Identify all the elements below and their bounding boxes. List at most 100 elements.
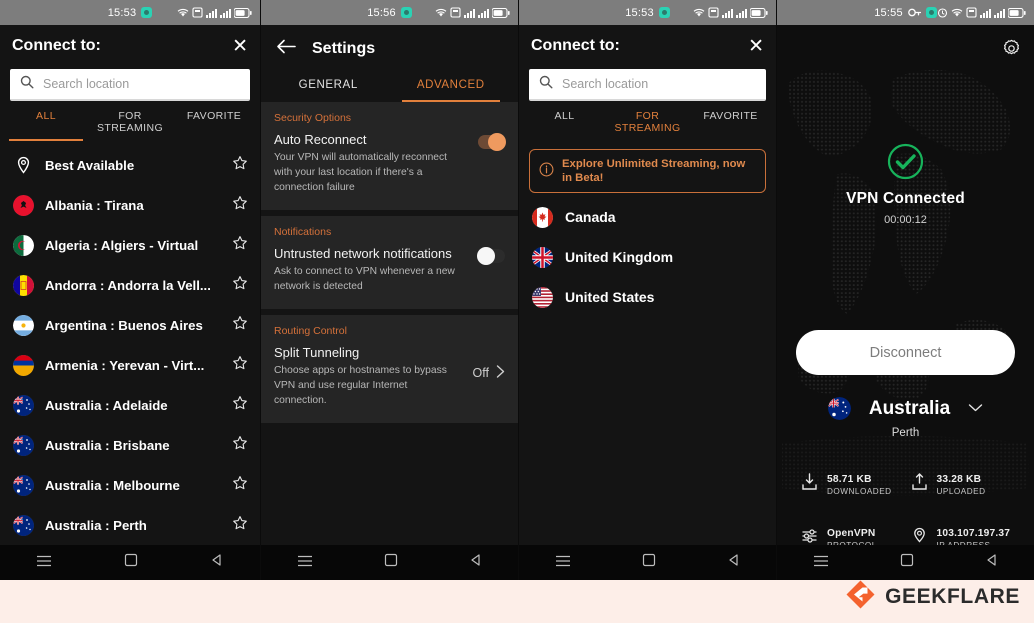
tab-advanced[interactable]: ADVANCED bbox=[390, 73, 513, 102]
list-item[interactable]: Australia : Perth bbox=[0, 505, 260, 545]
favorite-star-icon[interactable] bbox=[232, 355, 248, 376]
stat-label: DOWNLOADED bbox=[827, 486, 892, 496]
stat-text: 33.28 KB UPLOADED bbox=[937, 474, 986, 496]
search-input[interactable] bbox=[562, 77, 756, 91]
list-item[interactable]: Canada bbox=[519, 197, 776, 237]
flag-andorra bbox=[13, 274, 34, 296]
favorite-star-icon[interactable] bbox=[232, 235, 248, 256]
list-item-label: Albania : Tirana bbox=[45, 197, 144, 213]
favorite-star-icon[interactable] bbox=[232, 195, 248, 216]
tab-general-label: GENERAL bbox=[298, 79, 358, 91]
close-icon[interactable]: ✕ bbox=[232, 37, 248, 56]
connection-status: VPN Connected 00:00:12 bbox=[777, 143, 1034, 226]
gear-icon[interactable] bbox=[1002, 39, 1021, 63]
home-square-icon[interactable] bbox=[642, 553, 656, 572]
list-item-label: Australia : Melbourne bbox=[45, 477, 180, 493]
home-square-icon[interactable] bbox=[384, 553, 398, 572]
stat-value: 58.71 KB bbox=[827, 473, 872, 485]
tab-favorite[interactable]: FAVORITE bbox=[689, 110, 772, 141]
android-nav-bar bbox=[261, 545, 518, 580]
list-item-label: United Kingdom bbox=[565, 249, 674, 266]
favorite-star-icon[interactable] bbox=[232, 395, 248, 416]
list-item[interactable]: Best Available bbox=[0, 145, 260, 185]
server-country-row[interactable]: Australia bbox=[777, 397, 1034, 420]
favorite-star-icon[interactable] bbox=[232, 515, 248, 536]
list-item[interactable]: Australia : Brisbane bbox=[0, 425, 260, 465]
home-square-icon[interactable] bbox=[124, 553, 138, 572]
home-square-icon[interactable] bbox=[900, 553, 914, 572]
tab-favorite[interactable]: FAVORITE bbox=[172, 110, 256, 141]
setting-text: Split Tunneling Choose apps or hostnames… bbox=[274, 345, 463, 409]
battery-icon bbox=[234, 7, 252, 18]
settings-header: Settings bbox=[261, 25, 518, 73]
status-bar-time: 15:55 bbox=[874, 6, 903, 19]
list-item[interactable]: Algeria : Algiers - Virtual bbox=[0, 225, 260, 265]
setting-split-tunneling[interactable]: Split Tunneling Choose apps or hostnames… bbox=[274, 345, 505, 409]
disconnect-button-label: Disconnect bbox=[869, 344, 942, 361]
section-notifications: Notifications Untrusted network notifica… bbox=[261, 216, 518, 310]
vpn-app-icon bbox=[141, 7, 153, 18]
search-bar[interactable] bbox=[529, 69, 766, 101]
list-item-label: Australia : Brisbane bbox=[45, 437, 170, 453]
connection-stats: 58.71 KB DOWNLOADED 33.28 KB UPLOADED Op… bbox=[801, 473, 1020, 550]
auto-reconnect-toggle[interactable] bbox=[478, 133, 506, 151]
connected-body: VPN Connected 00:00:12 Disconnect Austra… bbox=[777, 25, 1034, 580]
streaming-beta-banner[interactable]: Explore Unlimited Streaming, now in Beta… bbox=[529, 149, 766, 194]
search-input[interactable] bbox=[43, 77, 240, 91]
flag-australia bbox=[13, 434, 34, 456]
menu-icon[interactable] bbox=[555, 554, 571, 572]
list-item[interactable]: Australia : Adelaide bbox=[0, 385, 260, 425]
list-item[interactable]: United Kingdom bbox=[519, 237, 776, 277]
chevron-down-icon[interactable] bbox=[968, 400, 983, 418]
favorite-star-icon[interactable] bbox=[232, 475, 248, 496]
tab-for-streaming[interactable]: FOR STREAMING bbox=[606, 110, 689, 141]
battery-icon bbox=[750, 7, 768, 18]
favorite-star-icon[interactable] bbox=[232, 315, 248, 336]
wifi-icon bbox=[693, 8, 705, 17]
menu-icon[interactable] bbox=[297, 554, 313, 572]
favorite-star-icon[interactable] bbox=[232, 435, 248, 456]
stat-text: 58.71 KB DOWNLOADED bbox=[827, 474, 892, 496]
tab-all[interactable]: ALL bbox=[523, 110, 606, 141]
tab-all[interactable]: ALL bbox=[4, 110, 88, 142]
phone-panels: 15:53 Connect to: ✕ Search location ALL … bbox=[0, 0, 1034, 580]
list-item[interactable]: Armenia : Yerevan - Virt... bbox=[0, 345, 260, 385]
list-item[interactable]: United States bbox=[519, 277, 776, 317]
status-bar-center: 15:56 bbox=[367, 7, 412, 19]
status-bar-icons bbox=[435, 0, 510, 25]
favorite-star-icon[interactable] bbox=[232, 155, 248, 176]
geekflare-logo-icon bbox=[845, 579, 876, 615]
download-icon bbox=[801, 473, 818, 496]
search-icon bbox=[20, 75, 34, 94]
search-bar[interactable] bbox=[10, 69, 250, 101]
back-triangle-icon[interactable] bbox=[210, 553, 224, 572]
split-tunneling-value-group[interactable]: Off bbox=[473, 365, 505, 381]
list-item-label: Algeria : Algiers - Virtual bbox=[45, 237, 199, 253]
menu-icon[interactable] bbox=[36, 554, 52, 572]
list-item-label: Best Available bbox=[45, 157, 135, 173]
list-item[interactable]: Andorra : Andorra la Vell... bbox=[0, 265, 260, 305]
disconnect-button[interactable]: Disconnect bbox=[796, 330, 1015, 375]
list-item[interactable]: Argentina : Buenos Aires bbox=[0, 305, 260, 345]
tab-all-label: ALL bbox=[554, 110, 575, 122]
menu-icon[interactable] bbox=[813, 554, 829, 572]
back-arrow-icon[interactable] bbox=[276, 39, 296, 59]
tab-for-streaming-label: FOR bbox=[118, 110, 142, 122]
tab-for-streaming[interactable]: FOR STREAMING bbox=[88, 110, 172, 141]
status-bar: 15:55 bbox=[777, 0, 1034, 25]
untrusted-network-toggle[interactable] bbox=[477, 247, 505, 266]
back-triangle-icon[interactable] bbox=[469, 553, 483, 572]
back-triangle-icon[interactable] bbox=[985, 553, 999, 572]
list-item[interactable]: Albania : Tirana bbox=[0, 185, 260, 225]
flag-armenia bbox=[13, 354, 34, 376]
panel-settings: 15:56 Settings GENERAL ADVANCED Security… bbox=[260, 0, 518, 580]
tab-general[interactable]: GENERAL bbox=[267, 73, 390, 102]
streaming-beta-banner-text: Explore Unlimited Streaming, now in Beta… bbox=[562, 158, 746, 185]
back-triangle-icon[interactable] bbox=[727, 553, 741, 572]
list-item-label: Argentina : Buenos Aires bbox=[45, 317, 203, 333]
sim-icon bbox=[450, 7, 461, 18]
location-tabs: ALL FOR STREAMING FAVORITE bbox=[519, 110, 776, 141]
favorite-star-icon[interactable] bbox=[232, 275, 248, 296]
close-icon[interactable]: ✕ bbox=[748, 37, 764, 56]
list-item[interactable]: Australia : Melbourne bbox=[0, 465, 260, 505]
